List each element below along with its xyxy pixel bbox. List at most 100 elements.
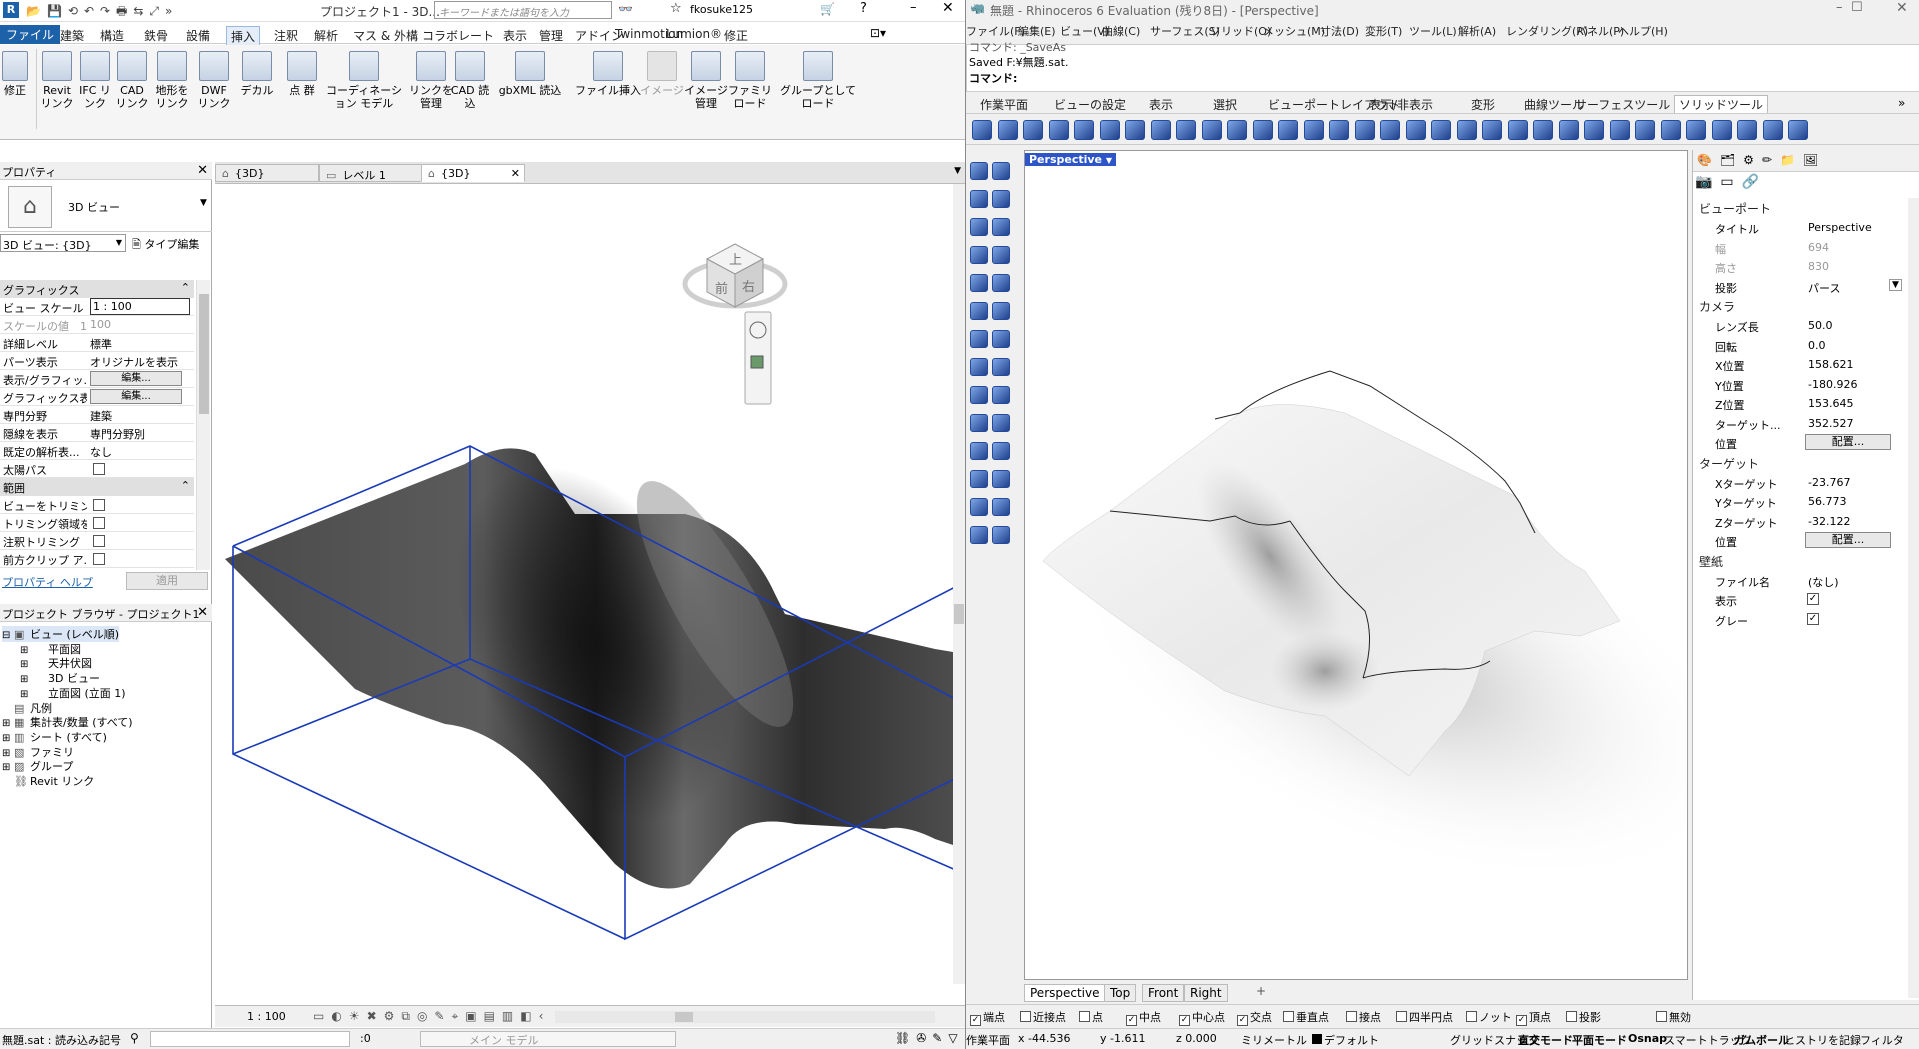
sidebar-tool-icon[interactable]	[992, 386, 1010, 404]
toolbar-icon[interactable]	[1584, 120, 1604, 140]
toolbar-icon[interactable]	[997, 120, 1018, 140]
property-checkbox[interactable]	[93, 463, 105, 475]
expand-icon[interactable]: ⊞	[2, 748, 14, 759]
panel-value[interactable]: -180.926	[1805, 376, 1905, 393]
minimize-icon[interactable]: –	[1836, 0, 1843, 15]
panel-scrollbar[interactable]	[1908, 198, 1919, 998]
osnap-4[interactable]: ✓ 中心点	[1179, 1009, 1225, 1026]
toolbar-icon[interactable]	[1278, 120, 1298, 140]
binoculars-icon[interactable]: 👓	[618, 2, 633, 16]
viewcube[interactable]: 上 前 右	[682, 243, 788, 309]
close-icon[interactable]: ✕	[942, 0, 954, 16]
revit-3d-canvas[interactable]: 上 前 右	[215, 184, 965, 1005]
osnap-checkbox[interactable]	[1079, 1011, 1090, 1022]
instance-selector[interactable]: 3D ビュー: {3D} ▼	[0, 234, 126, 252]
sidebar-tool-icon[interactable]	[992, 526, 1010, 544]
toolbar-icon[interactable]	[1329, 120, 1349, 140]
sidebar-tool-icon[interactable]	[970, 358, 988, 376]
add-viewport-icon[interactable]: +	[1256, 984, 1266, 998]
status-gumball[interactable]: ガムボール	[1734, 1032, 1789, 1048]
status-unit[interactable]: ミリメートル	[1241, 1032, 1307, 1048]
ribbon-tab-2[interactable]: 構造	[96, 26, 128, 45]
place-button[interactable]: 配置...	[1805, 532, 1891, 548]
ribbon-tab-8[interactable]: マス & 外構	[349, 26, 422, 45]
status-icons[interactable]: ⛓✇✎▽	[895, 1031, 964, 1045]
panel-row[interactable]: Y位置 -180.926	[1693, 375, 1919, 394]
property-row[interactable]: 注釈トリミング	[0, 532, 194, 550]
toolbar-icon[interactable]	[1201, 120, 1222, 140]
place-button[interactable]: 配置...	[1805, 434, 1891, 450]
ribbon-tab-10[interactable]: 表示	[499, 26, 531, 45]
view-tab-0[interactable]: ⌂ {3D}	[215, 164, 319, 182]
ribbon-tab-1[interactable]: 建築	[56, 26, 88, 45]
tree-item[interactable]: ⛓ Revit リンク	[2, 773, 94, 789]
ribbon-button-16[interactable]: グループとして ロード	[780, 51, 856, 110]
tree-item[interactable]: ⊞ ▥ シート (すべて)	[2, 729, 107, 745]
close-icon[interactable]: ✕	[197, 605, 208, 620]
toolbar-icon[interactable]	[1507, 120, 1528, 140]
filter-icon[interactable]: ⚲	[130, 1031, 139, 1045]
view-scrollbar[interactable]	[953, 184, 965, 984]
tree-item[interactable]: ⊞ ▧ ファミリ	[2, 744, 74, 760]
sidebar-tool-icon[interactable]	[992, 414, 1010, 432]
status-ortho[interactable]: 直交モード	[1518, 1032, 1573, 1048]
tree-item[interactable]: ⊞ 3D ビュー	[20, 670, 100, 686]
sidebar-tool-icon[interactable]	[992, 246, 1010, 264]
toolbar-icon[interactable]	[1558, 120, 1579, 140]
ribbon-button-5[interactable]: DWF リンク	[194, 51, 234, 110]
property-row[interactable]: 表示/グラフィッ... 編集...	[0, 370, 194, 388]
panel-value[interactable]: 50.0	[1805, 317, 1905, 334]
menu-item-8[interactable]: 変形(T)	[1365, 23, 1402, 39]
quick-access-icons[interactable]: 📂💾⟲↶↷🖶⇆⤢»	[26, 2, 178, 23]
ribbon-button-10[interactable]: CAD 読込	[447, 51, 493, 110]
tree-item[interactable]: ▤ 凡例	[2, 700, 52, 716]
sidebar-tool-icon[interactable]	[992, 358, 1010, 376]
help-icon[interactable]: ?	[860, 1, 867, 16]
ribbon-button-2[interactable]: IFC リンク	[76, 51, 114, 110]
toolbar-icon[interactable]	[1023, 120, 1043, 140]
sidebar-tool-icon[interactable]	[970, 414, 988, 432]
toolbar-icon[interactable]	[1686, 120, 1706, 140]
panel-row[interactable]: X位置 158.621	[1693, 355, 1919, 374]
osnap-checkbox[interactable]	[1283, 1011, 1294, 1022]
close-icon[interactable]: ✕	[197, 163, 208, 178]
toolbar-icon[interactable]	[1125, 120, 1145, 140]
tree-item[interactable]: ⊟ ▣ ビュー (レベル順)	[2, 626, 120, 642]
navigation-bar[interactable]	[744, 311, 772, 405]
osnap-checkbox[interactable]: ✓	[1516, 1015, 1527, 1026]
panel-row[interactable]: 位置 配置...	[1693, 531, 1919, 550]
ribbon-tab-9[interactable]: コラボレート	[418, 26, 498, 45]
property-value[interactable]: 1 : 100	[90, 298, 190, 315]
panel-row[interactable]: Yターゲット 56.773	[1693, 492, 1919, 511]
toolbar-icon[interactable]	[1533, 120, 1553, 140]
revit-3d-view[interactable]: ⌂ {3D} ▭ レベル 1 ⌂ {3D} ✕ ▼ 上 前 右	[215, 162, 965, 1005]
sidebar-tool-icon[interactable]	[970, 330, 988, 348]
expand-icon[interactable]: ⊞	[20, 674, 32, 685]
toolbar-icon[interactable]	[1303, 120, 1324, 140]
panel-row[interactable]: Xターゲット -23.767	[1693, 473, 1919, 492]
ribbon-tab-7[interactable]: 解析	[310, 26, 342, 45]
panel-subtab-icons[interactable]: 📷▭🔗	[1695, 174, 1767, 190]
osnap-12[interactable]: 無効	[1656, 1009, 1691, 1025]
status-osnap[interactable]: Osnap	[1628, 1032, 1667, 1045]
chevron-down-icon[interactable]: ▼	[200, 198, 207, 208]
ribbon-options-icon[interactable]: ⊡▾	[870, 26, 886, 40]
sidebar-tool-icon[interactable]	[992, 498, 1010, 516]
toolbar-icon[interactable]	[1048, 120, 1069, 140]
toolbar-icon[interactable]	[1099, 120, 1120, 140]
expand-icon[interactable]: ⊞	[2, 718, 14, 729]
toolbar-icon[interactable]	[1380, 120, 1400, 140]
type-edit-button[interactable]: 🗎 タイプ編集	[130, 234, 210, 252]
toolbar-tab-2[interactable]: 表示	[1149, 96, 1173, 113]
panel-row[interactable]: レンズ長 50.0	[1693, 316, 1919, 335]
panel-checkbox[interactable]: ✓	[1807, 593, 1819, 605]
more-tabs-icon[interactable]: »	[1898, 96, 1905, 110]
panel-value[interactable]: 153.645	[1805, 395, 1905, 412]
osnap-5[interactable]: ✓ 交点	[1237, 1009, 1272, 1026]
panel-value[interactable]: 56.773	[1805, 493, 1905, 510]
sidebar-tool-icon[interactable]	[970, 274, 988, 292]
expand-icon[interactable]: ⊞	[2, 762, 14, 773]
toolbar-icon[interactable]	[1788, 120, 1808, 140]
maximize-icon[interactable]: ☐	[1851, 0, 1863, 15]
ribbon-tab-11[interactable]: 管理	[535, 26, 567, 45]
